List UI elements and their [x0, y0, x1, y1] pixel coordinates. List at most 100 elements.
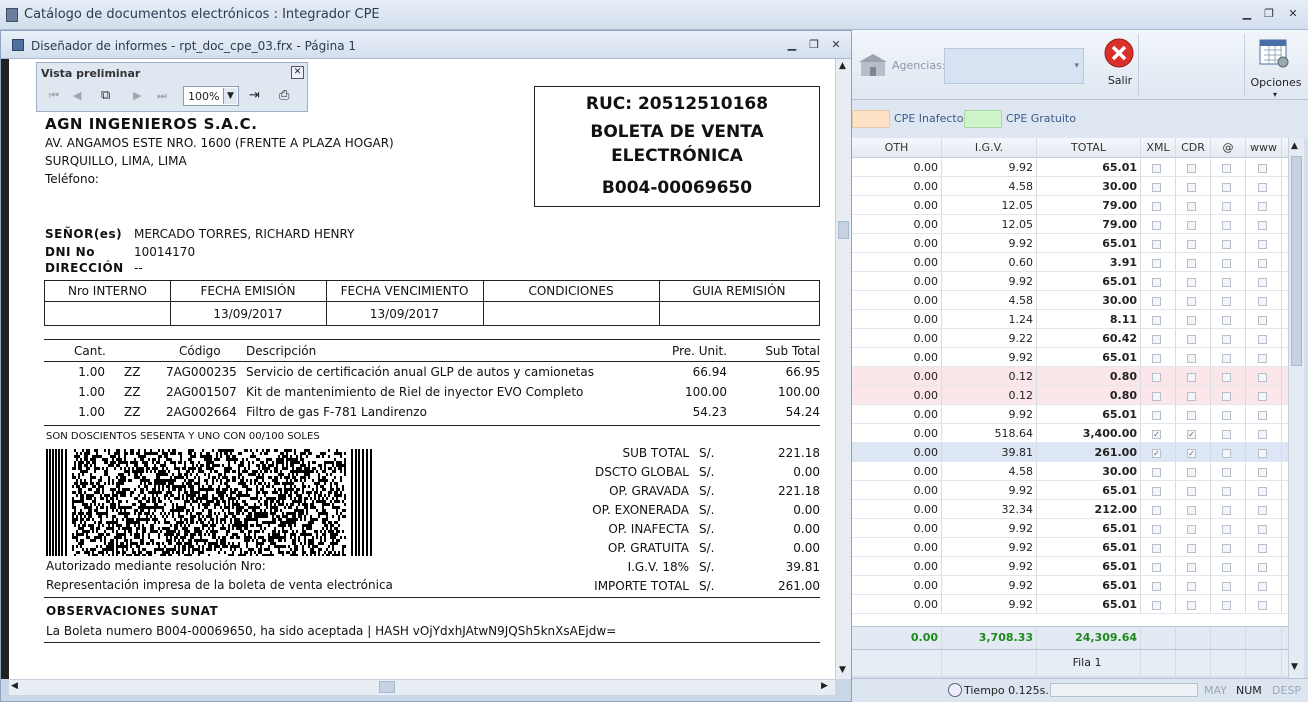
- table-row[interactable]: 0.00 9.92 65.01: [852, 519, 1288, 538]
- xml-checkbox[interactable]: [1152, 410, 1161, 420]
- cdr-checkbox[interactable]: [1187, 486, 1196, 496]
- www-checkbox[interactable]: [1257, 239, 1267, 249]
- cdr-checkbox[interactable]: [1187, 600, 1196, 610]
- www-checkbox[interactable]: [1257, 315, 1267, 325]
- table-row[interactable]: 0.00 9.92 65.01: [852, 538, 1288, 557]
- scroll-thumb[interactable]: [838, 221, 849, 239]
- www-checkbox[interactable]: [1257, 296, 1267, 306]
- cdr-checkbox[interactable]: [1187, 315, 1196, 325]
- cdr-checkbox[interactable]: [1187, 163, 1196, 173]
- cdr-checkbox[interactable]: [1187, 391, 1196, 401]
- xml-checkbox[interactable]: [1152, 334, 1161, 344]
- cdr-checkbox[interactable]: [1187, 334, 1196, 344]
- www-checkbox[interactable]: [1257, 429, 1267, 439]
- cdr-checkbox[interactable]: [1187, 220, 1196, 230]
- scroll-down-icon[interactable]: ▼: [839, 665, 846, 675]
- table-row[interactable]: 0.00 9.92 65.01: [852, 576, 1288, 595]
- xml-checkbox[interactable]: [1152, 600, 1161, 610]
- cdr-checkbox[interactable]: [1187, 353, 1196, 363]
- at-checkbox[interactable]: [1222, 505, 1231, 515]
- scroll-thumb[interactable]: [379, 681, 395, 693]
- www-checkbox[interactable]: [1257, 467, 1267, 477]
- cdr-checkbox[interactable]: [1187, 505, 1196, 515]
- table-row[interactable]: 0.00 9.92 65.01: [852, 348, 1288, 367]
- scroll-right-icon[interactable]: ▶: [821, 681, 828, 691]
- xml-checkbox[interactable]: [1152, 220, 1161, 230]
- report-close-button[interactable]: ✕: [829, 38, 843, 52]
- table-row[interactable]: 0.00 39.81 261.00 ✓ ✓: [852, 443, 1288, 462]
- xml-checkbox[interactable]: [1152, 296, 1161, 306]
- zoom-select[interactable]: 100% ▼: [183, 86, 239, 106]
- www-checkbox[interactable]: [1257, 391, 1267, 401]
- agencias-select[interactable]: ▾: [944, 48, 1084, 84]
- salir-button[interactable]: Salir: [1090, 36, 1150, 96]
- at-checkbox[interactable]: [1222, 600, 1231, 610]
- cdr-checkbox[interactable]: [1187, 296, 1196, 306]
- at-checkbox[interactable]: [1222, 524, 1231, 534]
- xml-checkbox[interactable]: [1152, 505, 1161, 515]
- scroll-down-icon[interactable]: ▼: [1291, 662, 1298, 672]
- at-checkbox[interactable]: [1222, 277, 1231, 287]
- cdr-checkbox[interactable]: [1187, 372, 1196, 382]
- report-vertical-scrollbar[interactable]: ▲ ▼: [835, 59, 851, 679]
- cdr-checkbox[interactable]: [1187, 410, 1196, 420]
- www-checkbox[interactable]: [1257, 220, 1267, 230]
- www-checkbox[interactable]: [1257, 334, 1267, 344]
- table-row[interactable]: 0.00 9.92 65.01: [852, 272, 1288, 291]
- last-page-icon[interactable]: ⏭: [157, 89, 167, 103]
- maximize-button[interactable]: ❐: [1262, 7, 1276, 21]
- table-row[interactable]: 0.00 9.92 65.01: [852, 405, 1288, 424]
- at-checkbox[interactable]: [1222, 410, 1231, 420]
- table-row[interactable]: 0.00 9.92 65.01: [852, 595, 1288, 614]
- table-row[interactable]: 0.00 0.60 3.91: [852, 253, 1288, 272]
- at-checkbox[interactable]: [1222, 258, 1231, 268]
- at-checkbox[interactable]: [1222, 543, 1231, 553]
- table-row[interactable]: 0.00 0.12 0.80: [852, 367, 1288, 386]
- xml-checkbox[interactable]: [1152, 391, 1161, 401]
- table-row[interactable]: 0.00 0.12 0.80: [852, 386, 1288, 405]
- table-row[interactable]: 0.00 4.58 30.00: [852, 177, 1288, 196]
- at-checkbox[interactable]: [1222, 372, 1231, 382]
- next-page-icon[interactable]: ▶: [133, 89, 141, 102]
- report-horizontal-scrollbar[interactable]: ◀ ▶: [9, 679, 835, 695]
- scroll-up-icon[interactable]: ▲: [1291, 141, 1298, 151]
- col-header-at[interactable]: @: [1211, 138, 1246, 157]
- xml-checkbox[interactable]: [1152, 201, 1161, 211]
- table-row[interactable]: 0.00 4.58 30.00: [852, 291, 1288, 310]
- xml-checkbox[interactable]: [1152, 182, 1161, 192]
- col-header-total[interactable]: TOTAL: [1037, 138, 1141, 157]
- www-checkbox[interactable]: [1257, 277, 1267, 287]
- col-header-igv[interactable]: I.G.V.: [942, 138, 1037, 157]
- copy-pages-icon[interactable]: ⧉: [101, 88, 110, 103]
- xml-checkbox[interactable]: [1152, 277, 1161, 287]
- at-checkbox[interactable]: [1222, 163, 1231, 173]
- www-checkbox[interactable]: [1257, 353, 1267, 363]
- table-row[interactable]: 0.00 4.58 30.00: [852, 462, 1288, 481]
- preview-close-button[interactable]: ✕: [291, 66, 304, 79]
- exit-preview-icon[interactable]: ⇥: [249, 88, 260, 103]
- www-checkbox[interactable]: [1257, 543, 1267, 553]
- cdr-checkbox[interactable]: [1187, 239, 1196, 249]
- opciones-button[interactable]: Opciones ▾: [1246, 34, 1306, 99]
- cdr-checkbox[interactable]: [1187, 201, 1196, 211]
- table-row[interactable]: 0.00 9.92 65.01: [852, 234, 1288, 253]
- grid-vertical-scrollbar[interactable]: ▲ ▼: [1288, 138, 1304, 678]
- at-checkbox[interactable]: [1222, 486, 1231, 496]
- at-checkbox[interactable]: [1222, 448, 1231, 458]
- www-checkbox[interactable]: [1257, 486, 1267, 496]
- xml-checkbox[interactable]: [1152, 315, 1161, 325]
- report-minimize-button[interactable]: ▁: [785, 38, 799, 52]
- www-checkbox[interactable]: [1257, 562, 1267, 572]
- xml-checkbox[interactable]: [1152, 239, 1161, 249]
- table-row[interactable]: 0.00 9.92 65.01: [852, 557, 1288, 576]
- xml-checkbox[interactable]: ✓: [1152, 429, 1161, 439]
- www-checkbox[interactable]: [1257, 600, 1267, 610]
- www-checkbox[interactable]: [1257, 505, 1267, 515]
- at-checkbox[interactable]: [1222, 220, 1231, 230]
- xml-checkbox[interactable]: [1152, 524, 1161, 534]
- cdr-checkbox[interactable]: [1187, 581, 1196, 591]
- cdr-checkbox[interactable]: [1187, 467, 1196, 477]
- prev-page-icon[interactable]: ◀: [73, 89, 81, 102]
- table-row[interactable]: 0.00 9.92 65.01: [852, 481, 1288, 500]
- www-checkbox[interactable]: [1257, 163, 1267, 173]
